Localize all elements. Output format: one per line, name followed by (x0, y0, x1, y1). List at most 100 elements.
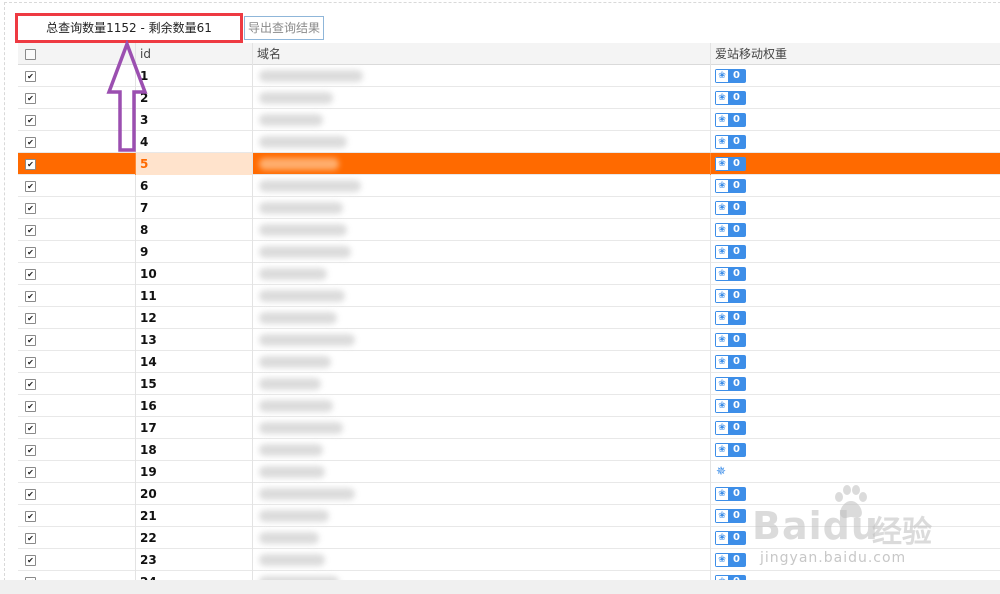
weight-badge[interactable]: ❀0 (715, 69, 746, 83)
row-domain (253, 483, 711, 505)
row-checkbox[interactable]: ✔ (25, 357, 36, 368)
weight-badge[interactable]: ❀0 (715, 487, 746, 501)
row-domain (253, 461, 711, 483)
weight-badge[interactable]: ❀0 (715, 223, 746, 237)
column-header-weight[interactable]: 爱站移动权重 (711, 43, 1000, 65)
weight-value: 0 (733, 532, 740, 543)
row-id: 3 (136, 109, 253, 131)
row-select-cell: ✔ (18, 505, 136, 527)
weight-badge[interactable]: ❀0 (715, 91, 746, 105)
weight-badge[interactable]: ❀0 (715, 399, 746, 413)
row-checkbox[interactable]: ✔ (25, 379, 36, 390)
weight-badge[interactable]: ❀0 (715, 311, 746, 325)
table-row[interactable]: ✔ 5 ❀ 0 (18, 153, 1000, 175)
weight-badge[interactable]: ❀0 (715, 355, 746, 369)
row-checkbox[interactable]: ✔ (25, 511, 36, 522)
row-checkbox[interactable]: ✔ (25, 555, 36, 566)
table-row[interactable]: ✔ 2 ❀ 0 (18, 87, 1000, 109)
baidu-paw-icon: ❀ (715, 157, 729, 171)
table-row[interactable]: ✔ 16 ❀ 0 (18, 395, 1000, 417)
export-results-button[interactable]: 导出查询结果 (244, 16, 325, 40)
weight-badge[interactable]: ❀0 (715, 289, 746, 303)
table-row[interactable]: ✔ 17 ❀ 0 (18, 417, 1000, 439)
row-checkbox[interactable]: ✔ (25, 159, 36, 170)
weight-badge[interactable]: ❀0 (715, 113, 746, 127)
row-checkbox[interactable]: ✔ (25, 269, 36, 280)
baidu-paw-icon: ❀ (715, 421, 729, 435)
table-row[interactable]: ✔ 10 ❀ 0 (18, 263, 1000, 285)
weight-badge[interactable]: ❀0 (715, 179, 746, 193)
row-checkbox[interactable]: ✔ (25, 181, 36, 192)
table-row[interactable]: ✔ 13 ❀ 0 (18, 329, 1000, 351)
row-checkbox[interactable]: ✔ (25, 445, 36, 456)
redacted-domain (259, 334, 355, 346)
row-checkbox[interactable]: ✔ (25, 93, 36, 104)
weight-badge[interactable]: ❀0 (715, 333, 746, 347)
row-checkbox[interactable]: ✔ (25, 467, 36, 478)
weight-badge[interactable]: ❀0 (715, 157, 746, 171)
row-domain (253, 285, 711, 307)
column-header-id[interactable]: id (136, 43, 253, 65)
weight-value: 0 (733, 444, 740, 455)
row-checkbox[interactable]: ✔ (25, 335, 36, 346)
column-header-domain[interactable]: 域名 (253, 43, 711, 65)
baidu-paw-icon: ❀ (715, 91, 729, 105)
watermark-brand-text: Baidu (752, 504, 879, 548)
row-checkbox[interactable]: ✔ (25, 137, 36, 148)
weight-badge[interactable]: ❀0 (715, 201, 746, 215)
row-checkbox[interactable]: ✔ (25, 291, 36, 302)
row-checkbox[interactable]: ✔ (25, 203, 36, 214)
table-row[interactable]: ✔ 7 ❀ 0 (18, 197, 1000, 219)
table-row[interactable]: ✔ 12 ❀ 0 (18, 307, 1000, 329)
row-checkbox[interactable]: ✔ (25, 423, 36, 434)
weight-value: 0 (733, 422, 740, 433)
select-all-checkbox[interactable] (25, 49, 36, 60)
row-weight: ❀0 (711, 153, 1000, 175)
table-row[interactable]: ✔ 9 ❀ 0 (18, 241, 1000, 263)
table-row[interactable]: ✔ 18 ❀ 0 (18, 439, 1000, 461)
weight-badge[interactable]: ❀0 (715, 553, 746, 567)
table-row[interactable]: ✔ 11 ❀ 0 (18, 285, 1000, 307)
weight-badge[interactable]: ❀0 (715, 377, 746, 391)
row-checkbox[interactable]: ✔ (25, 71, 36, 82)
redacted-domain (259, 70, 363, 82)
row-id: 8 (136, 219, 253, 241)
baidu-paw-icon: ❀ (715, 113, 729, 127)
row-checkbox[interactable]: ✔ (25, 489, 36, 500)
table-row[interactable]: ✔ 3 ❀ 0 (18, 109, 1000, 131)
row-domain (253, 109, 711, 131)
row-checkbox[interactable]: ✔ (25, 247, 36, 258)
table-row[interactable]: ✔ 15 ❀ 0 (18, 373, 1000, 395)
table-row[interactable]: ✔ 14 ❀ 0 (18, 351, 1000, 373)
weight-badge[interactable]: ❀0 (715, 509, 746, 523)
row-checkbox[interactable]: ✔ (25, 401, 36, 412)
row-checkbox[interactable]: ✔ (25, 225, 36, 236)
row-select-cell: ✔ (18, 461, 136, 483)
baidu-paw-icon: ❀ (715, 135, 729, 149)
row-checkbox[interactable]: ✔ (25, 533, 36, 544)
row-checkbox[interactable]: ✔ (25, 313, 36, 324)
row-checkbox[interactable]: ✔ (25, 115, 36, 126)
row-select-cell: ✔ (18, 417, 136, 439)
table-row[interactable]: ✔ 4 ❀ 0 (18, 131, 1000, 153)
weight-badge[interactable]: ❀0 (715, 135, 746, 149)
weight-badge[interactable]: ❀0 (715, 421, 746, 435)
weight-badge[interactable]: ❀0 (715, 531, 746, 545)
table-row[interactable]: ✔ 1 ❀ 0 (18, 65, 1000, 87)
weight-badge[interactable]: ❀0 (715, 267, 746, 281)
row-id: 10 (136, 263, 253, 285)
row-select-cell: ✔ (18, 307, 136, 329)
row-weight: ❀0 (711, 439, 1000, 461)
baidu-paw-icon: ❀ (715, 531, 729, 545)
table-row[interactable]: ✔ 8 ❀ 0 (18, 219, 1000, 241)
weight-badge[interactable]: ❀0 (715, 245, 746, 259)
redacted-domain (259, 510, 329, 522)
row-id: 19 (136, 461, 253, 483)
row-id: 4 (136, 131, 253, 153)
scrollbar-track[interactable] (0, 580, 1000, 594)
row-select-cell: ✔ (18, 439, 136, 461)
table-row[interactable]: ✔ 6 ❀ 0 (18, 175, 1000, 197)
weight-badge[interactable]: ❀0 (715, 443, 746, 457)
row-id: 12 (136, 307, 253, 329)
table-row[interactable]: ✔ 19 ✵ (18, 461, 1000, 483)
